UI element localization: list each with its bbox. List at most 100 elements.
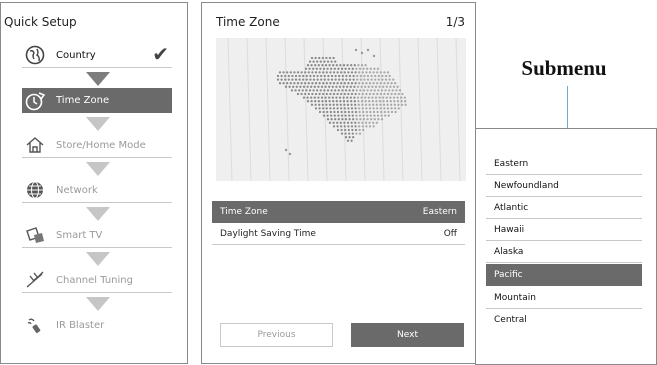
map-dot	[293, 71, 296, 74]
map-dot	[384, 74, 388, 78]
map-dot	[370, 74, 373, 78]
map-dot	[328, 85, 331, 88]
map-dot	[288, 152, 292, 156]
map-dot	[358, 107, 361, 110]
step-arrow-icon	[86, 297, 110, 311]
map-dot	[383, 107, 386, 110]
option-newfoundland[interactable]: Newfoundland	[486, 175, 642, 197]
next-button[interactable]: Next	[351, 323, 464, 347]
map-dot	[391, 89, 394, 92]
map-dot	[284, 85, 288, 88]
map-dot	[395, 89, 398, 92]
map-dot	[353, 100, 356, 103]
map-dot	[290, 89, 294, 92]
map-dot	[404, 103, 407, 106]
map-dot	[320, 74, 323, 78]
map-dot	[361, 92, 364, 96]
option-central[interactable]: Central	[486, 309, 642, 331]
map-dot	[354, 107, 357, 110]
map-dot	[310, 103, 314, 106]
option-atlantic[interactable]: Atlantic	[486, 197, 642, 219]
map-dot	[304, 71, 307, 74]
daylight-saving-row[interactable]: Daylight Saving Time Off	[212, 223, 465, 245]
map-dot	[352, 89, 355, 92]
map-dot	[350, 82, 354, 85]
map-dot	[386, 71, 390, 74]
map-dot	[376, 92, 379, 96]
map-dot	[292, 85, 295, 88]
option-alaska[interactable]: Alaska	[486, 241, 642, 263]
option-eastern[interactable]: Eastern	[486, 153, 642, 175]
map-dot	[296, 71, 300, 74]
map-dot	[369, 67, 372, 70]
map-dot	[381, 74, 384, 78]
step-smart-tv[interactable]: Smart TV	[22, 223, 172, 248]
map-dot	[355, 67, 358, 70]
map-dot	[390, 92, 393, 96]
map-dot	[371, 96, 374, 99]
map-dot	[358, 82, 361, 85]
map-dot	[361, 71, 364, 74]
map-dot	[321, 64, 324, 67]
map-dot	[367, 96, 370, 99]
map-dot	[386, 92, 390, 96]
map-dot	[355, 132, 358, 135]
map-dot	[359, 74, 362, 78]
map-dot	[346, 139, 350, 142]
map-dot	[352, 74, 355, 78]
map-dot	[372, 54, 376, 58]
map-dot	[327, 74, 330, 78]
map-dot	[368, 103, 371, 106]
step-country[interactable]: Country ✔	[22, 43, 172, 68]
map-dot	[346, 96, 349, 99]
map-dot	[320, 85, 324, 88]
map-dot	[340, 132, 344, 135]
step-network[interactable]: Network	[22, 178, 172, 203]
map-dot	[396, 100, 400, 103]
map-dot	[331, 85, 334, 88]
map-dot	[339, 103, 342, 106]
map-dot	[350, 103, 353, 106]
map-dot	[317, 96, 320, 99]
map-dot	[299, 85, 302, 88]
map-dot	[326, 60, 330, 63]
map-dot	[332, 103, 335, 106]
option-mountain[interactable]: Mountain	[486, 287, 642, 309]
map-dot	[387, 114, 390, 117]
map-dot	[308, 60, 312, 63]
map-dot	[362, 67, 365, 70]
map-dot	[373, 89, 376, 92]
map-dot	[344, 128, 347, 132]
map-dot	[304, 82, 307, 85]
map-dot	[348, 114, 351, 117]
map-dot	[323, 74, 326, 78]
map-dot	[339, 100, 342, 103]
step-ir-blaster[interactable]: IR Blaster	[22, 313, 172, 338]
map-dot	[298, 74, 301, 78]
step-channel-tuning[interactable]: Channel Tuning	[22, 268, 172, 293]
map-dot	[361, 82, 364, 85]
map-dot	[328, 96, 331, 99]
step-arrow-icon	[86, 117, 110, 131]
map-dot	[280, 78, 283, 81]
time-zone-row[interactable]: Time Zone Eastern	[212, 201, 465, 223]
map-dot	[278, 82, 282, 85]
map-dot	[314, 64, 317, 67]
map-dot	[347, 107, 350, 110]
map-dot	[327, 78, 330, 81]
map-dot	[328, 56, 332, 60]
step-arrow-icon	[86, 207, 110, 221]
map-dot	[360, 85, 363, 88]
step-time-zone[interactable]: Time Zone	[22, 88, 172, 113]
option-pacific[interactable]: Pacific	[486, 264, 642, 286]
option-hawaii[interactable]: Hawaii	[486, 219, 642, 241]
map-dot	[344, 132, 347, 135]
previous-button[interactable]: Previous	[220, 323, 333, 347]
map-dot	[308, 67, 311, 70]
map-dot	[354, 82, 357, 85]
map-dot	[365, 82, 368, 85]
map-dot	[368, 92, 372, 96]
map-dot	[317, 64, 320, 67]
step-store-home-mode[interactable]: Store/Home Mode	[22, 133, 172, 158]
page-indicator: 1/3	[445, 15, 465, 29]
